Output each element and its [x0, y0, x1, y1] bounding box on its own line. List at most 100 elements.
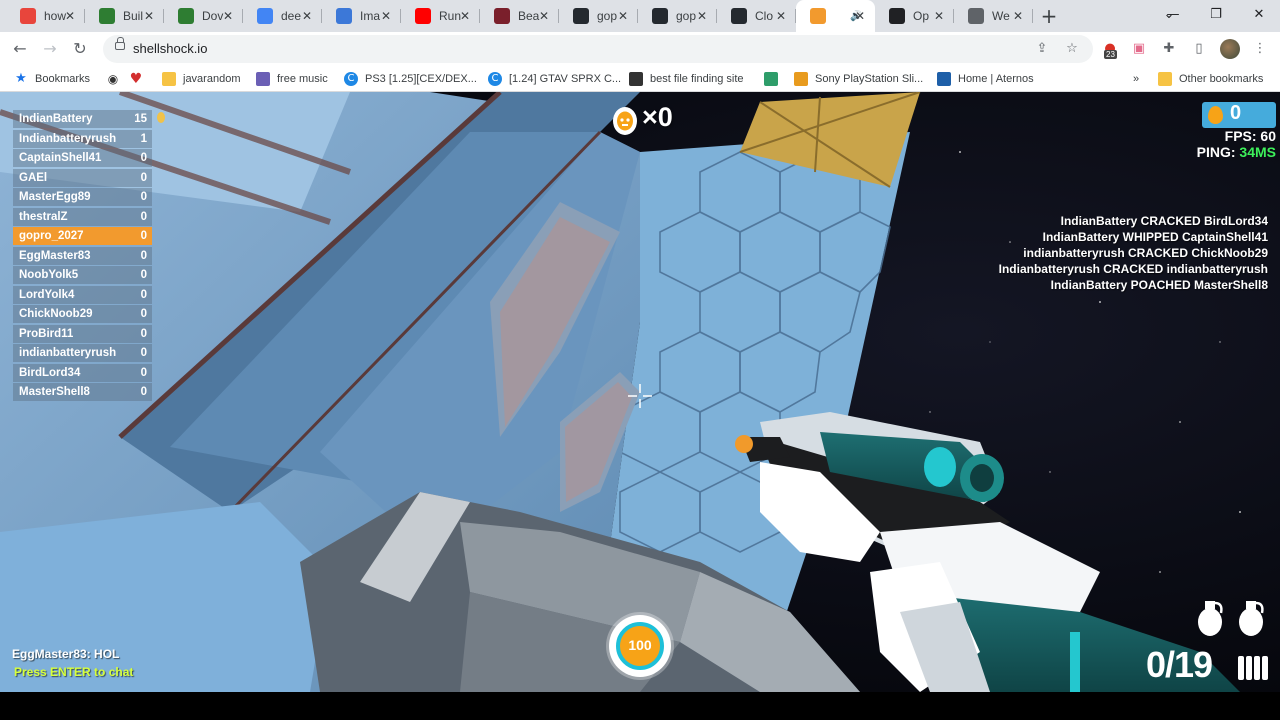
forward-button[interactable]: →	[38, 37, 62, 61]
star-icon: ★	[15, 71, 27, 86]
player-name: BirdLord34	[19, 366, 81, 379]
browser-tab[interactable]: Dov ✕	[164, 0, 243, 32]
player-score: 0	[140, 386, 147, 398]
bookmark-label: free music	[277, 73, 328, 85]
browser-tab[interactable]: Buil ✕	[85, 0, 164, 32]
bookmark-item[interactable]: best file finding site	[629, 70, 744, 88]
back-button[interactable]: ←	[8, 37, 32, 61]
other-bookmarks-folder[interactable]: Other bookmarks	[1158, 70, 1263, 88]
share-icon[interactable]: ⇪	[1033, 40, 1051, 58]
folder-icon	[1158, 72, 1172, 86]
bookmark-item[interactable]: javarandom	[162, 70, 240, 88]
player-score: 15	[134, 113, 147, 125]
browser-toolbar: ← → ↻ shellshock.io ⇪ ☆ ● 23 ▣ ✚ ▯ ⋮	[0, 32, 1280, 66]
bookmark-label: javarandom	[183, 73, 241, 85]
bookmark-item[interactable]: ◉	[106, 70, 127, 88]
kill-feed-entry: Indianbatteryrush CRACKED indianbatteryr…	[998, 262, 1268, 276]
close-tab-icon[interactable]: ✕	[300, 9, 314, 23]
address-bar[interactable]: shellshock.io ⇪ ☆	[103, 35, 1093, 63]
browser-tab[interactable]: We ✕	[954, 0, 1033, 32]
close-tab-icon[interactable]: ✕	[616, 9, 630, 23]
close-tab-icon[interactable]: ✕	[932, 9, 946, 23]
player-score: 0	[140, 191, 147, 203]
browser-tab[interactable]: Run ✕	[401, 0, 480, 32]
scoreboard-row: IndianBattery 15	[13, 110, 152, 128]
player-name: CaptainShell41	[19, 152, 102, 164]
shellshock-icon	[810, 8, 826, 24]
lock-icon[interactable]	[115, 37, 125, 50]
close-tab-icon[interactable]: ✕	[221, 9, 235, 23]
bookmark-star-icon[interactable]: ☆	[1063, 40, 1081, 58]
bookmark-label: Home | Aternos	[958, 73, 1034, 85]
folder-icon	[162, 72, 176, 86]
player-name: EggMaster83	[19, 249, 91, 262]
github-icon	[731, 8, 747, 24]
kill-feed-entry: IndianBattery WHIPPED CaptainShell41	[1042, 230, 1268, 244]
m-letter-icon	[494, 8, 510, 24]
crosshair-icon	[628, 384, 652, 408]
extensions-puzzle-icon[interactable]: ✚	[1159, 39, 1179, 59]
browser-tab[interactable]: Clo ✕	[717, 0, 796, 32]
browser-tab[interactable]: how ✕	[6, 0, 85, 32]
player-score: 0	[140, 288, 147, 301]
player-score: 0	[140, 347, 147, 359]
close-tab-icon[interactable]: ✕	[1011, 9, 1025, 23]
close-tab-icon[interactable]: ✕	[695, 9, 709, 23]
github-icon	[652, 8, 668, 24]
reload-button[interactable]: ↻	[68, 37, 92, 61]
close-tab-icon[interactable]: ✕	[142, 9, 156, 23]
browser-tab[interactable]: Op ✕	[875, 0, 954, 32]
bookmark-item[interactable]: Sony PlayStation Sli...	[794, 70, 923, 88]
bullets-icon	[1238, 656, 1268, 680]
youtube-icon	[415, 8, 431, 24]
globe-icon: ◉	[107, 72, 119, 86]
bookmark-item[interactable]: C [1.24] GTAV SPRX C...	[488, 70, 621, 88]
close-window-button[interactable]: ✕	[1236, 0, 1280, 32]
close-tab-icon[interactable]: ✕	[458, 9, 472, 23]
bookmark-item[interactable]: ★ Bookmarks	[14, 70, 90, 88]
player-name: MasterEgg89	[19, 191, 91, 203]
close-tab-icon[interactable]: ✕	[774, 9, 788, 23]
alien-icon	[256, 72, 270, 86]
browser-tab[interactable]: Ima ✕	[322, 0, 401, 32]
close-tab-icon[interactable]: ✕	[537, 9, 551, 23]
bookmark-label: Sony PlayStation Sli...	[815, 73, 924, 85]
chat-hint[interactable]: Press ENTER to chat	[14, 665, 133, 679]
egg-skull-icon	[613, 107, 637, 135]
browser-tab[interactable]: Bea ✕	[480, 0, 559, 32]
side-panel-icon[interactable]: ▯	[1189, 39, 1209, 59]
browser-tab[interactable]: 🔊 ✕	[796, 0, 875, 32]
browser-tab[interactable]: gop ✕	[559, 0, 638, 32]
bookmark-item[interactable]: free music	[256, 70, 328, 88]
close-tab-icon[interactable]: ✕	[853, 9, 867, 23]
coin-indicator-icon	[157, 112, 165, 123]
kill-streak-counter: ×0	[642, 102, 673, 132]
menu-kebab-icon[interactable]: ⋮	[1250, 39, 1270, 59]
new-tab-button[interactable]: +	[1038, 5, 1060, 27]
egg-coins-display: 0	[1202, 102, 1276, 128]
profile-avatar[interactable]	[1220, 39, 1240, 59]
kill-feed-entry: indianbatteryrush CRACKED ChickNoob29	[1023, 246, 1268, 260]
player-name: ProBird11	[19, 327, 74, 340]
url-text[interactable]: shellshock.io	[133, 41, 207, 56]
player-name: MasterShell8	[19, 386, 90, 398]
bookmark-item[interactable]: ♥	[129, 70, 150, 88]
minimize-button[interactable]: —	[1150, 0, 1196, 32]
scoreboard-row: indianbatteryrush 0	[13, 344, 152, 362]
grenade-icon	[1239, 601, 1264, 636]
game-viewport[interactable]: IndianBattery 15 Indianbatteryrush 1 Captain…	[0, 92, 1280, 692]
player-name: ChickNoob29	[19, 308, 93, 320]
player-score: 1	[140, 132, 147, 145]
bookmark-item[interactable]	[764, 70, 785, 88]
bookmarks-overflow-button[interactable]: »	[1133, 70, 1139, 88]
browser-tab[interactable]: dee ✕	[243, 0, 322, 32]
browser-tab[interactable]: gop ✕	[638, 0, 717, 32]
extension-icon-2[interactable]: ▣	[1129, 39, 1149, 59]
player-score: 0	[140, 308, 147, 320]
bookmark-item[interactable]: C PS3 [1.25][CEX/DEX...	[344, 70, 477, 88]
close-tab-icon[interactable]: ✕	[379, 9, 393, 23]
restore-button[interactable]: ❐	[1193, 0, 1239, 32]
bookmark-label: PS3 [1.25][CEX/DEX...	[365, 73, 477, 85]
close-tab-icon[interactable]: ✕	[63, 9, 77, 23]
bookmark-item[interactable]: Home | Aternos	[937, 70, 1034, 88]
